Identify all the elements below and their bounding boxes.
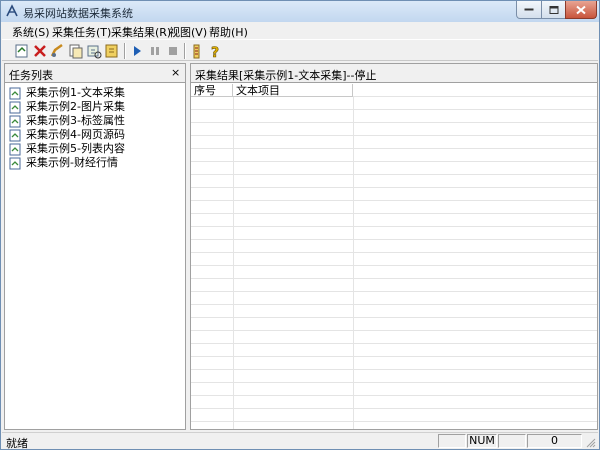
help-icon: ? <box>211 45 220 60</box>
minimize-button[interactable] <box>516 1 542 19</box>
new-task-button[interactable] <box>13 42 31 60</box>
svg-text:?: ? <box>211 45 219 60</box>
resize-grip-icon[interactable] <box>584 436 596 448</box>
status-bar: 就绪 NUM 0 <box>2 432 598 450</box>
result-header: 采集结果[采集示例1-文本采集]--停止 <box>191 64 597 83</box>
task-icon <box>9 115 21 128</box>
result-list[interactable]: 序号 文本项目 <box>191 84 597 429</box>
task-list-header: 任务列表 × <box>5 64 185 83</box>
menu-task[interactable]: 采集任务(T) <box>52 24 111 40</box>
delete-icon <box>34 45 46 57</box>
close-icon <box>576 5 586 14</box>
window-title: 易采网站数据采集系统 <box>23 7 133 20</box>
status-panel-empty <box>498 434 526 448</box>
delete-button[interactable] <box>31 42 49 60</box>
list-button[interactable] <box>188 42 206 60</box>
toolbar-separator <box>184 43 186 59</box>
stop-icon <box>169 47 177 55</box>
result-pane: 采集结果[采集示例1-文本采集]--停止 序号 文本项目 <box>190 63 598 430</box>
task-list-title: 任务列表 <box>9 69 53 82</box>
task-icon <box>9 87 21 100</box>
export-button[interactable] <box>103 42 121 60</box>
find-icon <box>87 45 102 59</box>
task-label: 采集示例-财经行情 <box>26 156 118 169</box>
task-icon <box>9 129 21 142</box>
start-button[interactable] <box>128 42 146 60</box>
new-task-icon <box>15 44 28 58</box>
result-title: 采集结果[采集示例1-文本采集]--停止 <box>195 69 377 82</box>
edit-icon <box>50 43 63 57</box>
status-panel-empty <box>438 434 466 448</box>
toolbar-separator <box>124 43 126 59</box>
list-icon <box>193 44 200 59</box>
column-header-seq[interactable]: 序号 <box>191 84 233 97</box>
edit-button[interactable] <box>49 42 67 60</box>
column-divider <box>353 97 354 429</box>
column-divider <box>233 97 234 429</box>
column-header-text[interactable]: 文本项目 <box>233 84 353 97</box>
task-label: 采集示例1-文本采集 <box>26 86 125 99</box>
start-icon <box>134 46 141 56</box>
menu-view[interactable]: 视图(V) <box>169 24 207 40</box>
task-label: 采集示例4-网页源码 <box>26 128 125 141</box>
menu-bar: 系统(S) 采集任务(T) 采集结果(R) 视图(V) 帮助(H) <box>2 22 598 39</box>
close-button[interactable] <box>565 1 597 19</box>
menu-result[interactable]: 采集结果(R) <box>111 24 171 40</box>
maximize-icon <box>549 5 558 14</box>
menu-help[interactable]: 帮助(H) <box>209 24 248 40</box>
toolbar: ? <box>2 39 598 61</box>
maximize-button[interactable] <box>541 1 566 19</box>
pause-button[interactable] <box>146 42 164 60</box>
pause-icon <box>151 47 159 55</box>
stop-button[interactable] <box>164 42 182 60</box>
export-icon <box>105 44 118 58</box>
find-button[interactable] <box>85 42 103 60</box>
help-button[interactable]: ? <box>206 42 224 60</box>
status-text: 就绪 <box>6 437 28 450</box>
task-icon <box>9 143 21 156</box>
status-count: 0 <box>527 434 582 448</box>
copy-icon <box>69 44 83 59</box>
task-label: 采集示例2-图片采集 <box>26 100 125 113</box>
title-bar[interactable]: 易采网站数据采集系统 <box>1 1 599 22</box>
task-icon <box>9 101 21 114</box>
copy-button[interactable] <box>67 42 85 60</box>
app-window: 易采网站数据采集系统 系统(S) 采集任务(T) 采集结果(R) 视图(V) 帮… <box>0 0 600 450</box>
task-icon <box>9 157 21 170</box>
status-num: NUM <box>467 434 497 448</box>
task-list-pane: 任务列表 × 采集示例1-文本采集 采集示例2-图片采集 采集示例3-标签属性 … <box>4 63 186 430</box>
minimize-icon <box>524 8 534 10</box>
task-label: 采集示例5-列表内容 <box>26 142 125 155</box>
task-label: 采集示例3-标签属性 <box>26 114 125 127</box>
task-pane-close-icon[interactable]: × <box>171 66 180 79</box>
menu-system[interactable]: 系统(S) <box>12 24 50 40</box>
app-logo-icon <box>6 4 18 17</box>
